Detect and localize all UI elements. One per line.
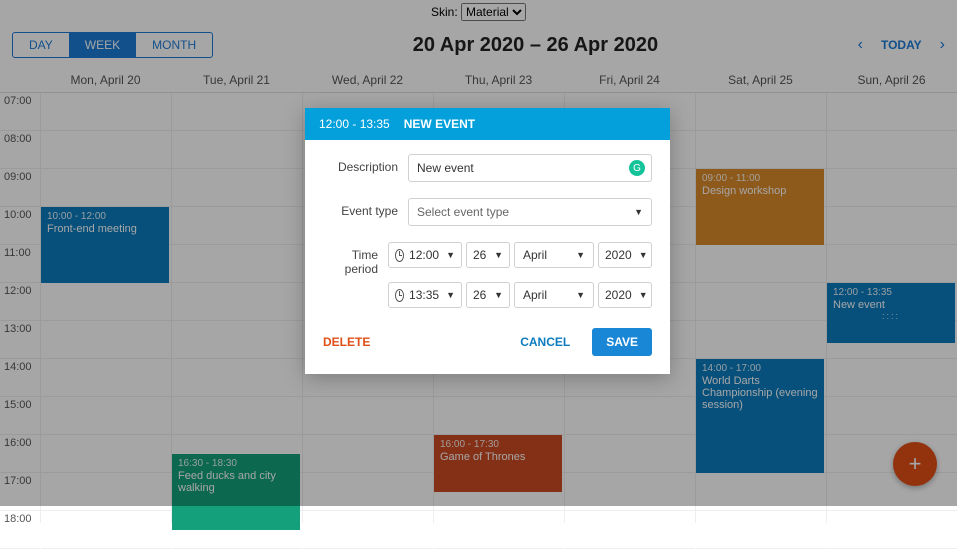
event-time: 14:00 - 17:00 bbox=[702, 363, 818, 374]
skin-label: Skin: bbox=[431, 5, 458, 19]
view-week-tab[interactable]: WEEK bbox=[69, 33, 136, 57]
start-month-select[interactable]: April ▼ bbox=[514, 242, 594, 268]
end-year-select[interactable]: 2020 ▼ bbox=[598, 282, 652, 308]
plus-icon: + bbox=[909, 451, 922, 477]
chevron-down-icon: ▼ bbox=[446, 250, 455, 260]
grammarly-icon[interactable]: G bbox=[629, 160, 645, 176]
skin-select[interactable]: Material bbox=[461, 3, 526, 21]
event-frontend-meeting[interactable]: 10:00 - 12:00 Front-end meeting bbox=[41, 207, 169, 283]
date-range-title: 20 Apr 2020 – 26 Apr 2020 bbox=[213, 34, 858, 57]
time-label: 13:00 bbox=[0, 321, 40, 359]
end-time-input[interactable]: 13:35 ▼ bbox=[388, 282, 462, 308]
event-editor-modal: 12:00 - 13:35 NEW EVENT Description New … bbox=[305, 108, 670, 374]
day-header: Mon, April 20 bbox=[40, 68, 171, 92]
start-year-select[interactable]: 2020 ▼ bbox=[598, 242, 652, 268]
chevron-down-icon: ▼ bbox=[494, 290, 503, 300]
event-title: Front-end meeting bbox=[47, 223, 163, 235]
event-title: Feed ducks and city walking bbox=[178, 470, 294, 494]
view-day-tab[interactable]: DAY bbox=[13, 33, 69, 57]
event-world-darts[interactable]: 14:00 - 17:00 World Darts Championship (… bbox=[696, 359, 824, 473]
description-label: Description bbox=[323, 154, 398, 174]
day-column[interactable]: 16:30 - 18:30 Feed ducks and city walkin… bbox=[171, 93, 302, 523]
delete-button[interactable]: DELETE bbox=[323, 335, 370, 349]
chevron-down-icon: ▼ bbox=[576, 250, 585, 260]
day-header: Sun, April 26 bbox=[826, 68, 957, 92]
event-game-of-thrones[interactable]: 16:00 - 17:30 Game of Thrones bbox=[434, 435, 562, 492]
event-time: 10:00 - 12:00 bbox=[47, 211, 163, 222]
time-label: 12:00 bbox=[0, 283, 40, 321]
event-time: 12:00 - 13:35 bbox=[833, 287, 949, 298]
description-input[interactable]: New event G bbox=[408, 154, 652, 182]
day-column[interactable]: 09:00 - 11:00 Design workshop 14:00 - 17… bbox=[695, 93, 826, 523]
day-column[interactable]: 12:00 - 13:35 New event :::: bbox=[826, 93, 957, 523]
time-label: 08:00 bbox=[0, 131, 40, 169]
event-type-label: Event type bbox=[323, 198, 398, 218]
view-toggle: DAY WEEK MONTH bbox=[12, 32, 213, 58]
start-time-input[interactable]: 12:00 ▼ bbox=[388, 242, 462, 268]
event-title: World Darts Championship (evening sessio… bbox=[702, 375, 818, 411]
modal-time-range: 12:00 - 13:35 bbox=[319, 117, 390, 131]
event-new-event[interactable]: 12:00 - 13:35 New event :::: bbox=[827, 283, 955, 343]
event-time: 16:30 - 18:30 bbox=[178, 458, 294, 469]
resize-handle-icon[interactable]: :::: bbox=[833, 311, 949, 321]
chevron-down-icon: ▼ bbox=[494, 250, 503, 260]
cancel-button[interactable]: CANCEL bbox=[520, 335, 570, 349]
time-label: 11:00 bbox=[0, 245, 40, 283]
event-title: Design workshop bbox=[702, 185, 818, 197]
event-title: Game of Thrones bbox=[440, 451, 556, 463]
time-label: 15:00 bbox=[0, 397, 40, 435]
event-type-select[interactable]: Select event type ▼ bbox=[408, 198, 652, 226]
start-day-select[interactable]: 26 ▼ bbox=[466, 242, 510, 268]
clock-icon bbox=[395, 289, 404, 302]
end-month-select[interactable]: April ▼ bbox=[514, 282, 594, 308]
day-header: Tue, April 21 bbox=[171, 68, 302, 92]
time-label: 16:00 bbox=[0, 435, 40, 473]
add-event-fab[interactable]: + bbox=[893, 442, 937, 486]
chevron-down-icon: ▼ bbox=[639, 250, 648, 260]
next-week-icon[interactable]: › bbox=[940, 36, 945, 54]
time-label: 09:00 bbox=[0, 169, 40, 207]
event-feed-ducks[interactable]: 16:30 - 18:30 Feed ducks and city walkin… bbox=[172, 454, 300, 530]
time-label: 10:00 bbox=[0, 207, 40, 245]
day-header: Wed, April 22 bbox=[302, 68, 433, 92]
time-period-label: Time period bbox=[323, 242, 378, 276]
day-header: Sat, April 25 bbox=[695, 68, 826, 92]
event-time: 16:00 - 17:30 bbox=[440, 439, 556, 450]
save-button[interactable]: SAVE bbox=[592, 328, 652, 356]
chevron-down-icon: ▼ bbox=[634, 207, 643, 217]
chevron-down-icon: ▼ bbox=[639, 290, 648, 300]
end-day-select[interactable]: 26 ▼ bbox=[466, 282, 510, 308]
day-header: Thu, April 23 bbox=[433, 68, 564, 92]
event-time: 09:00 - 11:00 bbox=[702, 173, 818, 184]
prev-week-icon[interactable]: ‹ bbox=[858, 36, 863, 54]
time-label: 07:00 bbox=[0, 93, 40, 131]
day-header: Fri, April 24 bbox=[564, 68, 695, 92]
event-title: New event bbox=[833, 299, 949, 311]
chevron-down-icon: ▼ bbox=[576, 290, 585, 300]
day-column[interactable]: 10:00 - 12:00 Front-end meeting bbox=[40, 93, 171, 523]
today-button[interactable]: TODAY bbox=[881, 38, 922, 52]
modal-title: NEW EVENT bbox=[404, 117, 475, 131]
view-month-tab[interactable]: MONTH bbox=[136, 33, 212, 57]
time-label: 18:00 bbox=[0, 511, 40, 549]
clock-icon bbox=[395, 249, 404, 262]
event-design-workshop[interactable]: 09:00 - 11:00 Design workshop bbox=[696, 169, 824, 245]
time-label: 14:00 bbox=[0, 359, 40, 397]
time-label: 17:00 bbox=[0, 473, 40, 511]
chevron-down-icon: ▼ bbox=[446, 290, 455, 300]
